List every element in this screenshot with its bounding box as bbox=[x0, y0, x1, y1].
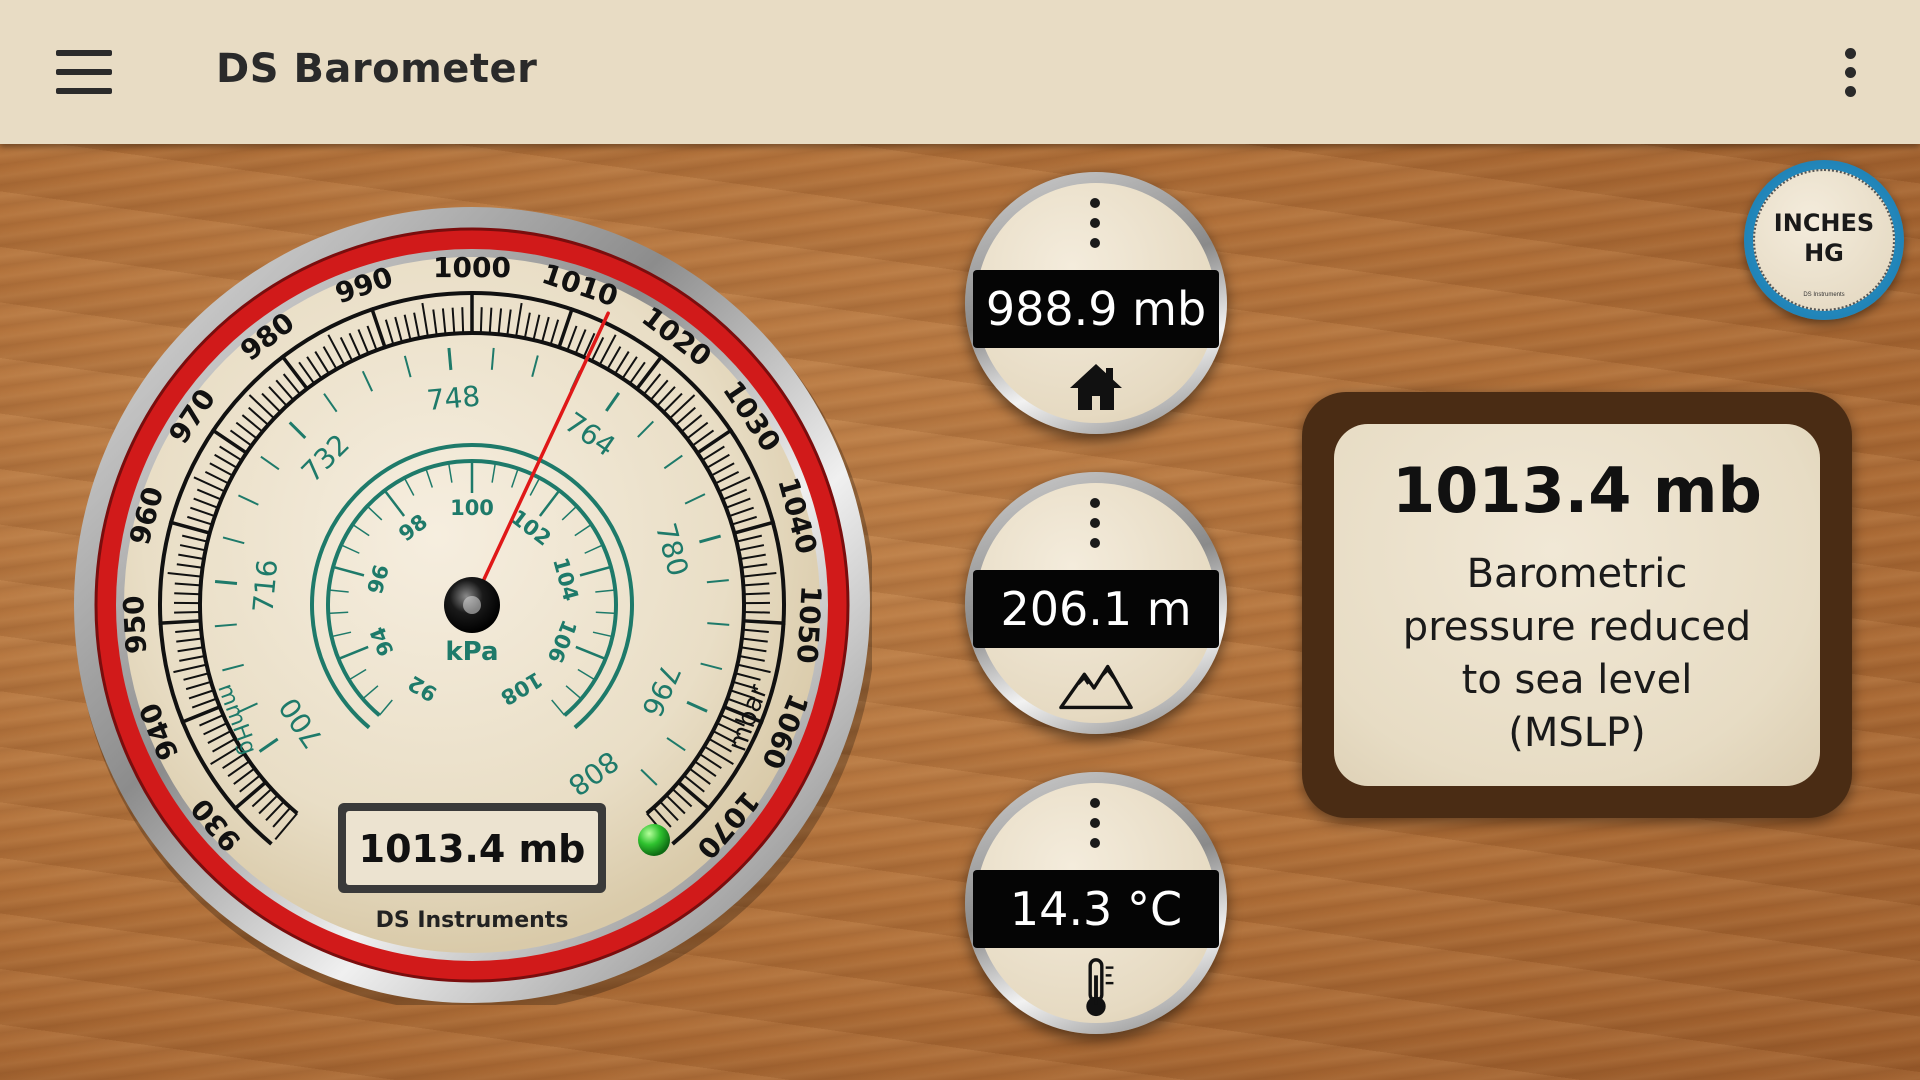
mbar-tick-label: 1000 bbox=[433, 251, 511, 284]
info-desc-line: Barometric bbox=[1466, 551, 1688, 597]
info-panel: 1013.4 mb Barometric pressure reduced to… bbox=[1302, 392, 1852, 818]
overflow-menu-icon[interactable] bbox=[1826, 44, 1874, 102]
info-card: 1013.4 mb Barometric pressure reduced to… bbox=[1334, 424, 1820, 786]
gauge-brand: DS Instruments bbox=[376, 908, 569, 933]
kpa-tick-label: 100 bbox=[450, 496, 494, 520]
mbar-tick bbox=[743, 610, 770, 614]
app-bar: DS Barometer bbox=[0, 0, 1920, 144]
units-toggle-button[interactable]: INCHES HG DS Instruments bbox=[1744, 160, 1904, 320]
mini-gauge-menu-icon[interactable] bbox=[1085, 494, 1105, 554]
mmhg-tick-label: 748 bbox=[425, 380, 481, 418]
mbar-tick bbox=[743, 619, 786, 626]
mbar-tick bbox=[479, 307, 483, 334]
mini-gauge-temperature[interactable]: 14.3 °C bbox=[965, 772, 1227, 1034]
info-desc-line: to sea level bbox=[1461, 657, 1693, 703]
mbar-tick-label: 1050 bbox=[790, 585, 827, 665]
mini-gauge-altitude[interactable]: 206.1 m bbox=[965, 472, 1227, 734]
mountain-icon bbox=[1059, 664, 1133, 710]
status-led bbox=[638, 824, 670, 856]
mmhg-tick bbox=[214, 579, 238, 585]
thermometer-icon bbox=[1086, 958, 1114, 1017]
mmhg-tick-label: 716 bbox=[246, 558, 284, 614]
mini-gauge-menu-icon[interactable] bbox=[1085, 194, 1105, 254]
altitude-readout: 206.1 m bbox=[973, 570, 1219, 648]
mini-gauge-station-pressure[interactable]: 988.9 mb bbox=[965, 172, 1227, 434]
kpa-unit-label: kPa bbox=[445, 637, 498, 667]
info-desc-line: pressure reduced bbox=[1402, 604, 1752, 650]
mbar-tick bbox=[461, 307, 465, 334]
mbar-tick bbox=[743, 592, 770, 596]
station-pressure-readout: 988.9 mb bbox=[973, 270, 1219, 348]
mmhg-tick bbox=[447, 347, 453, 371]
temperature-readout: 14.3 °C bbox=[973, 870, 1219, 948]
mini-gauge-menu-icon[interactable] bbox=[1085, 794, 1105, 854]
units-label-line1: INCHES bbox=[1773, 209, 1875, 237]
units-label-line2: HG bbox=[1804, 239, 1844, 267]
info-desc-line: (MSLP) bbox=[1508, 710, 1646, 756]
info-value: 1013.4 mb bbox=[1392, 454, 1762, 527]
units-button-brand: DS Instruments bbox=[1803, 292, 1845, 298]
home-icon bbox=[1070, 364, 1122, 410]
app-title: DS Barometer bbox=[216, 46, 538, 92]
barometer-gauge: 930940950960970980990 1000 101010201030104… bbox=[74, 207, 872, 1005]
main-readout: 1013.4 mb bbox=[359, 827, 586, 871]
mbar-tick bbox=[174, 592, 201, 596]
mbar-tick-label: 950 bbox=[117, 594, 153, 654]
info-description: Barometric pressure reduced to sea level… bbox=[1354, 548, 1800, 760]
hamburger-menu-icon[interactable] bbox=[50, 44, 118, 100]
mbar-tick bbox=[174, 610, 201, 614]
mbar-tick bbox=[158, 619, 201, 626]
